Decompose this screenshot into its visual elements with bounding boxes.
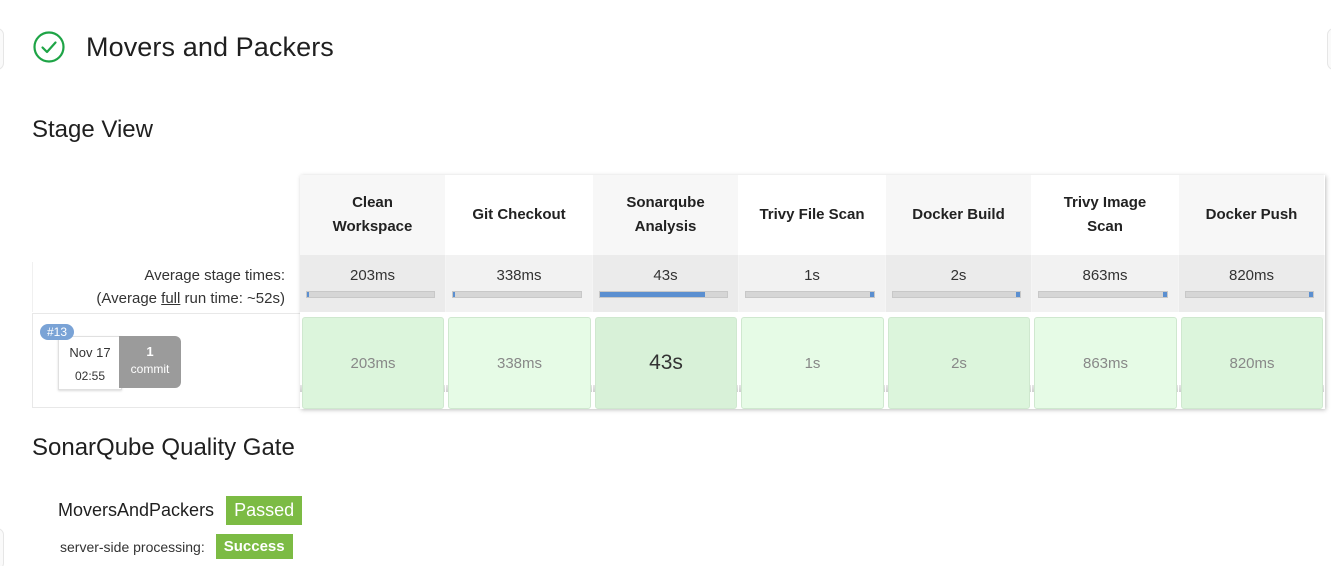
stage-name-line1: Docker Push [1205,206,1298,223]
stage-average-time: 43s [653,267,678,284]
stage-header: Sonarqube Analysis [593,175,739,255]
stage-name-line1: Trivy Image [1063,194,1147,211]
stage-average: 1s [739,255,886,392]
stage-average: 820ms [1179,255,1325,392]
stage-average: 2s [886,255,1032,392]
stage-name-line1: Clean [352,194,393,211]
stage-run-cell[interactable]: 203ms [302,317,444,409]
page: Movers and Packers Stage View Average st… [0,0,1331,566]
left-panel-edge-bottom [0,528,4,566]
quality-gate-project[interactable]: MoversAndPackers [58,500,214,521]
build-number-badge[interactable]: #13 [40,324,75,340]
stage-average-time: 2s [950,267,967,284]
stage-run-cell[interactable]: 1s [741,317,884,409]
stage-column: Sonarqube Analysis 43s 43s [593,175,739,409]
stage-progress-bar [745,291,875,298]
job-title: Movers and Packers [86,31,334,62]
stage-progress-bar [1185,291,1314,298]
stage-name: Sonarqube Analysis [626,191,704,239]
stage-header: Git Checkout [446,175,593,255]
server-processing-status-badge: Success [215,534,293,559]
stage-view-title: Stage View [32,116,153,143]
commit-label: commit [130,362,170,376]
stage-progress-bar [306,291,435,298]
average-full-run-time-text: (Average full run time: ~52s) [96,290,285,307]
stage-column: Docker Build 2s 2s [886,175,1032,409]
stage-column: Clean Workspace 203ms 203ms [300,175,446,409]
server-processing-label: server-side processing: [60,538,205,555]
stage-progress-marker [1163,292,1167,297]
quality-gate-title: SonarQube Quality Gate [32,434,295,461]
stage-average-time: 1s [804,267,820,284]
full-run-link[interactable]: full [161,290,180,307]
stage-name: Trivy Image Scan [1064,191,1147,239]
stage-run-cell[interactable]: 820ms [1181,317,1323,409]
stage-progress-marker [1016,292,1020,297]
stage-average-time: 820ms [1228,267,1275,284]
stage-average-time: 203ms [349,267,396,284]
quality-gate-status-badge: Passed [226,496,303,525]
stage-table: Clean Workspace 203ms 203ms Git Checkout … [300,175,1325,409]
right-panel-edge [1327,28,1331,70]
stage-average: 863ms [1032,255,1179,392]
stage-column: Git Checkout 338ms 338ms [446,175,593,409]
stage-column: Docker Push 820ms 820ms [1179,175,1325,409]
stage-progress-bar [599,291,728,298]
stage-run-cell[interactable]: 863ms [1034,317,1177,409]
stage-average: 338ms [446,255,593,392]
stage-progress-fill [600,292,706,297]
left-panel-edge [0,28,4,70]
commit-count: 1 [146,344,154,359]
average-stage-times-label: Average stage times: (Average full run t… [32,262,301,312]
job-header: Movers and Packers [32,30,334,64]
stage-progress-bar [452,291,582,298]
stage-run-cell[interactable]: 338ms [448,317,591,409]
stage-name-line2: Analysis [634,218,697,235]
build-row: #13 Nov 17 02:55 1 commit [32,313,301,408]
stage-progress-marker [453,292,455,297]
quality-gate-row: MoversAndPackers Passed [58,496,303,525]
stage-header: Trivy File Scan [739,175,886,255]
stage-average: 203ms [300,255,446,392]
stage-progress-bar [892,291,1021,298]
build-date-day: Nov 17 [69,345,111,360]
stage-average-time: 863ms [1082,267,1128,284]
stage-progress-bar [1038,291,1168,298]
stage-header: Docker Build [886,175,1032,255]
stage-name: Clean Workspace [333,191,413,239]
stage-header: Docker Push [1179,175,1325,255]
average-stage-times-text: Average stage times: [144,267,285,284]
stage-name: Docker Build [912,203,1005,227]
build-date-time: 02:55 [74,369,106,383]
stage-name-line2: Scan [1087,218,1123,235]
stage-name-line1: Sonarqube [626,194,705,211]
stage-header: Trivy Image Scan [1032,175,1179,255]
server-processing-row: server-side processing: Success [60,534,293,559]
stage-progress-marker [870,292,874,297]
stage-name: Trivy File Scan [759,203,864,227]
stage-name-line2: Workspace [332,218,413,235]
stage-progress-marker [1309,292,1313,297]
stage-average: 43s [593,255,739,392]
stage-name: Docker Push [1206,203,1298,227]
stage-name-line1: Trivy File Scan [759,206,865,223]
stage-name-line1: Git Checkout [472,206,566,223]
avg-prefix: (Average [96,290,162,307]
stage-column: Trivy Image Scan 863ms 863ms [1032,175,1179,409]
stage-name: Git Checkout [472,203,565,227]
build-commits-button[interactable]: 1 commit [119,336,181,388]
check-circle-icon [32,30,66,64]
stage-run-cell[interactable]: 2s [888,317,1030,409]
avg-suffix: run time: ~52s) [180,290,285,307]
stage-run-cell[interactable]: 43s [595,317,737,409]
stage-average-time: 338ms [496,267,542,284]
stage-column: Trivy File Scan 1s 1s [739,175,886,409]
stage-header: Clean Workspace [300,175,446,255]
build-date: Nov 17 02:55 [58,336,122,390]
stage-name-line1: Docker Build [912,206,1005,223]
stage-progress-marker [307,292,309,297]
